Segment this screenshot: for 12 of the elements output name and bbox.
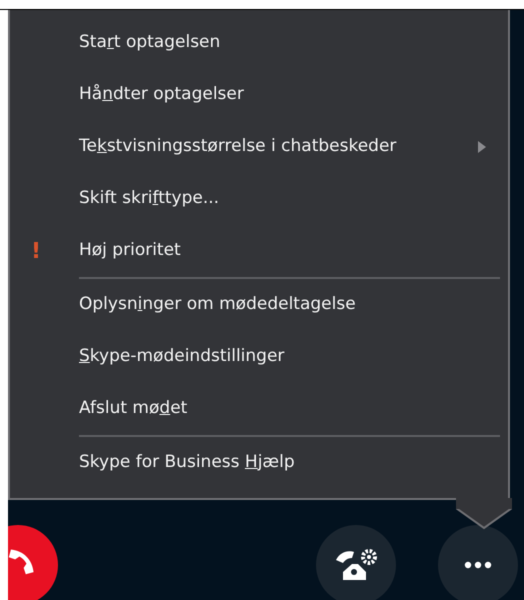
menu-item[interactable]: Tekstvisningsstørrelse i chatbeskeder	[10, 121, 508, 173]
menu-item[interactable]: Oplysninger om mødedeltagelse	[10, 279, 508, 331]
menu-item[interactable]: Skift skrifttype...	[10, 173, 508, 225]
menu-item[interactable]: Skype for Business Hjælp	[10, 437, 508, 489]
menu-item[interactable]: ! Høj prioritet	[10, 225, 508, 277]
menu-item[interactable]: Håndter optagelser	[10, 69, 508, 121]
phone-gear-icon	[334, 548, 378, 582]
more-icon	[464, 561, 492, 569]
priority-icon: !	[31, 234, 79, 268]
menu-item[interactable]: Afslut mødet	[10, 383, 508, 435]
menu-item[interactable]: Skype-mødeindstillinger	[10, 331, 508, 383]
menu-item[interactable]: Start optagelsen	[10, 17, 508, 69]
